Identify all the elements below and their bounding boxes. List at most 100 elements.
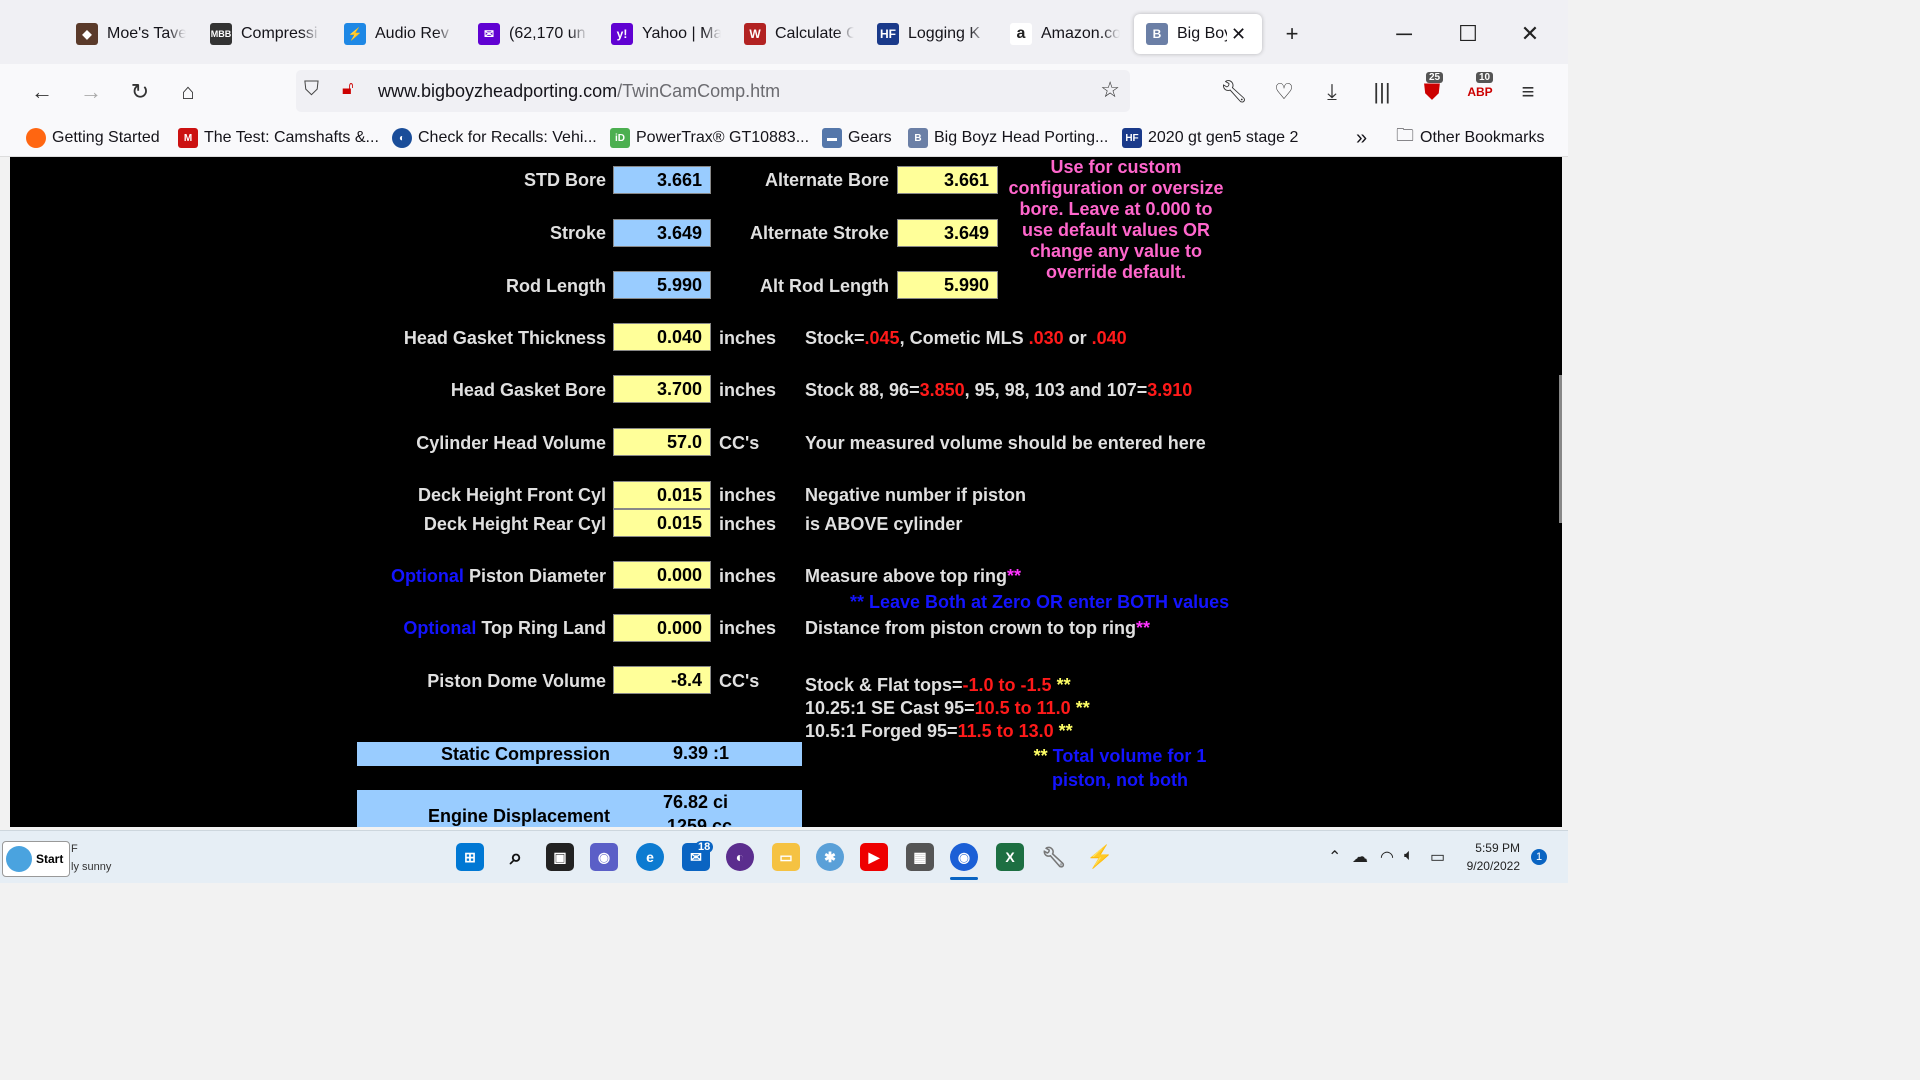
close-window-button[interactable]: ✕ xyxy=(1512,16,1548,52)
dome-note-text: Stock & Flat tops= xyxy=(805,675,963,695)
reload-button[interactable]: ↻ xyxy=(124,76,156,108)
deck-rear-label: Deck Height Rear Cyl xyxy=(423,514,606,534)
std-bore-input[interactable] xyxy=(613,166,711,194)
close-tab-icon[interactable]: ✕ xyxy=(1231,24,1246,45)
head-gasket-thickness-input[interactable] xyxy=(613,323,711,351)
excel-icon[interactable]: X xyxy=(996,843,1024,871)
bookmark-gt-gen5[interactable]: HF 2020 gt gen5 stage 2 xyxy=(1122,127,1298,149)
back-button[interactable]: ← xyxy=(26,76,58,108)
wings-icon: W xyxy=(744,23,766,45)
tab-compression[interactable]: MBB Compressi xyxy=(210,14,320,54)
shield-icon[interactable]: ⛉ xyxy=(304,78,319,101)
tab-yahoo-mail[interactable]: y! Yahoo | Ma xyxy=(611,14,721,54)
pocket-icon[interactable]: ♡ xyxy=(1268,76,1300,108)
more-bookmarks-button[interactable]: » xyxy=(1356,127,1367,149)
bookmark-star-icon[interactable]: ☆ xyxy=(1100,77,1120,103)
bigboyz-icon: B xyxy=(908,128,928,148)
head-gasket-bore-input[interactable] xyxy=(613,375,711,403)
tab-bar: ◆ Moe's Tave MBB Compressi ⚡ Audio Rev ✉… xyxy=(0,0,1568,64)
stroke-input[interactable] xyxy=(613,219,711,247)
firefox-icon xyxy=(26,128,46,148)
tab-big-boyz[interactable]: B Big Boy ✕ xyxy=(1134,14,1262,54)
wifi-icon[interactable]: ◠ xyxy=(1380,847,1394,867)
calculator-icon[interactable]: ▦ xyxy=(906,843,934,871)
unit-ccs: CC's xyxy=(719,433,760,453)
minimize-button[interactable]: ─ xyxy=(1386,16,1422,52)
maximize-button[interactable]: ☐ xyxy=(1450,16,1486,52)
edge-icon[interactable]: e xyxy=(636,843,664,871)
bookmark-recalls[interactable]: ◐ Check for Recalls: Vehi... xyxy=(392,127,597,149)
alt-bore-input[interactable] xyxy=(897,166,998,194)
m360-icon: M xyxy=(178,128,198,148)
bookmark-getting-started[interactable]: Getting Started xyxy=(26,127,160,149)
library-icon[interactable]: ||| xyxy=(1366,76,1398,108)
alt-stroke-input[interactable] xyxy=(897,219,998,247)
search-icon[interactable]: ⌕ xyxy=(502,843,530,871)
hamburger-icon: ≡ xyxy=(1521,79,1535,104)
top-ring-land-label: Optional Top Ring Land xyxy=(403,618,606,639)
tab-calculate[interactable]: W Calculate C xyxy=(744,14,854,54)
rod-length-input[interactable] xyxy=(613,271,711,299)
chevron-up-icon[interactable]: ⌃ xyxy=(1328,847,1341,867)
total-volume-text: Total volume for 1 piston, not both xyxy=(1052,746,1207,790)
tab-moes-tavern[interactable]: ◆ Moe's Tave xyxy=(76,14,186,54)
piston-diameter-input[interactable] xyxy=(613,561,711,589)
tab-logging[interactable]: HF Logging K xyxy=(877,14,987,54)
address-bar[interactable]: ⛉ 🔓︎ www.bigboyzheadporting.com/TwinCamC… xyxy=(296,70,1130,112)
new-tab-button[interactable]: + xyxy=(1274,16,1310,52)
firefox-icon[interactable]: ◉ xyxy=(950,843,978,871)
bookmark-big-boyz[interactable]: B Big Boyz Head Porting... xyxy=(908,127,1108,149)
piston-dome-volume-input[interactable] xyxy=(613,666,711,694)
displacement-cc-value: 1259 cc xyxy=(667,816,733,827)
menu-button[interactable]: ≡ xyxy=(1512,76,1544,108)
url-text: www.bigboyzheadporting.com/TwinCamComp.h… xyxy=(378,81,780,102)
task-view-icon[interactable]: ▣ xyxy=(546,843,574,871)
close-icon: ✕ xyxy=(1520,21,1540,46)
abp-badge: 10 xyxy=(1476,72,1494,83)
tab-audio-review[interactable]: ⚡ Audio Rev xyxy=(344,14,454,54)
weather-desc[interactable]: ly sunny xyxy=(71,861,111,873)
page-scrollbar[interactable] xyxy=(1559,375,1562,523)
start-button[interactable]: Start xyxy=(2,841,70,877)
bookmark-gears[interactable]: ▬ Gears xyxy=(822,127,892,149)
clock-time[interactable]: 5:59 PM xyxy=(1462,841,1520,855)
dome-range: 11.5 to 13.0 xyxy=(957,721,1054,741)
piston-dome-volume-label: Piston Dome Volume xyxy=(427,671,606,691)
forward-button[interactable]: → xyxy=(75,76,107,108)
url-path: /TwinCamComp.htm xyxy=(617,81,781,101)
notification-badge[interactable]: 1 xyxy=(1531,849,1547,865)
other-bookmarks-folder[interactable]: 🗀 Other Bookmarks xyxy=(1396,125,1545,149)
bookmark-camshafts[interactable]: M The Test: Camshafts &... xyxy=(178,127,379,149)
download-icon[interactable]: ⤓ xyxy=(1316,76,1348,108)
clock-date[interactable]: 9/20/2022 xyxy=(1462,859,1520,873)
other-bookmarks-label: Other Bookmarks xyxy=(1420,129,1545,146)
alt-rod-length-input[interactable] xyxy=(897,271,998,299)
deck-rear-input[interactable] xyxy=(613,509,711,537)
optional-tag: Optional xyxy=(390,566,464,586)
bolt-app-icon[interactable]: ⚡ xyxy=(1086,843,1114,871)
deck-front-input[interactable] xyxy=(613,481,711,509)
tab-amazon[interactable]: a Amazon.co xyxy=(1010,14,1120,54)
windows-start-icon[interactable]: ⊞ xyxy=(456,843,484,871)
top-ring-land-input[interactable] xyxy=(613,614,711,642)
dome-note-1: Stock & Flat tops=-1.0 to -1.5 ** xyxy=(805,675,1071,696)
youtube-icon[interactable]: ▶ xyxy=(860,843,888,871)
bookmark-powertrax[interactable]: iD PowerTrax® GT10883... xyxy=(610,127,809,149)
file-explorer-icon[interactable]: ▭ xyxy=(772,843,800,871)
chat-icon[interactable]: ◉ xyxy=(590,843,618,871)
tool-icon[interactable]: 🔧︎ xyxy=(1040,843,1068,871)
paint-icon[interactable]: ✱ xyxy=(816,843,844,871)
hf-logo-icon: HF xyxy=(877,23,899,45)
reload-icon: ↻ xyxy=(130,79,150,104)
battery-icon[interactable]: ▭ xyxy=(1430,847,1445,867)
cloud-icon[interactable]: ☁ xyxy=(1352,847,1368,867)
insecure-lock-icon[interactable]: 🔓︎ xyxy=(342,78,354,99)
wrench-icon[interactable]: 🔧︎ xyxy=(1218,76,1250,108)
cyl-head-volume-input[interactable] xyxy=(613,428,711,456)
tab-mail[interactable]: ✉ (62,170 un xyxy=(478,14,588,54)
media-icon[interactable]: ◐ xyxy=(726,843,754,871)
rod-length-label: Rod Length xyxy=(506,276,606,296)
home-button[interactable]: ⌂ xyxy=(172,76,204,108)
volume-icon[interactable]: 🔈︎ xyxy=(1404,847,1414,865)
bookmark-label: The Test: Camshafts &... xyxy=(204,129,379,146)
